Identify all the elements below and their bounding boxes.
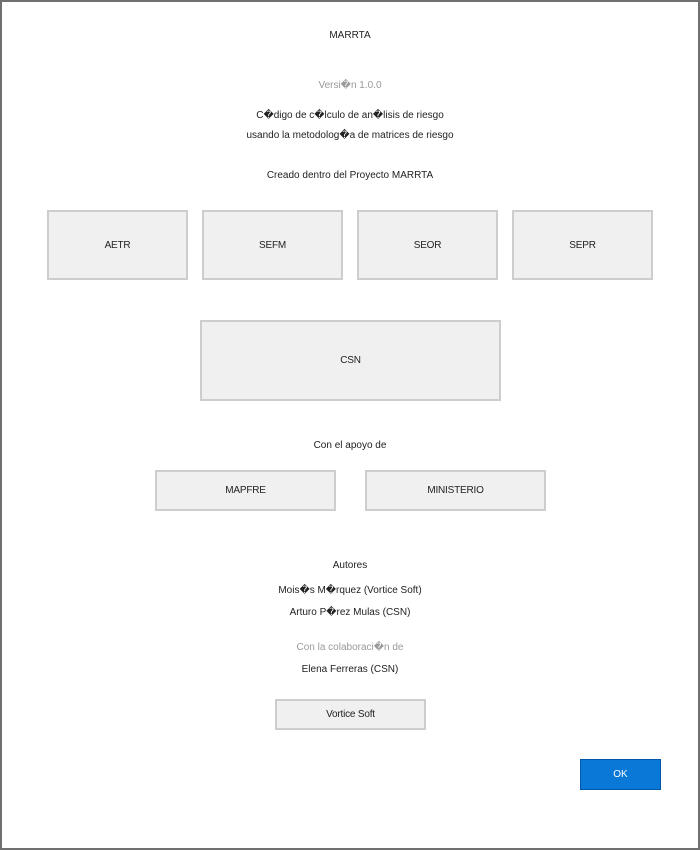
- partner-logo-aetr[interactable]: AETR: [47, 210, 188, 280]
- author-name: Mois�s M�rquez (Vortice Soft): [278, 585, 422, 596]
- csn-logo[interactable]: CSN: [200, 320, 501, 401]
- description-line-1: C�digo de c�lculo de an�lisis de riesgo: [256, 110, 444, 121]
- support-logo-mapfre[interactable]: MAPFRE: [155, 470, 336, 511]
- support-heading: Con el apoyo de: [313, 440, 387, 451]
- support-label: MAPFRE: [225, 485, 266, 496]
- support-logo-ministerio[interactable]: MINISTERIO: [365, 470, 546, 511]
- version-text: Versi�n 1.0.0: [318, 80, 382, 91]
- app-title: MARRTA: [329, 30, 371, 41]
- partner-logo-sepr[interactable]: SEPR: [512, 210, 653, 280]
- authors-heading: Autores: [332, 560, 368, 571]
- ok-button-label: OK: [613, 769, 628, 780]
- support-label: MINISTERIO: [427, 485, 484, 496]
- author-name: Arturo P�rez Mulas (CSN): [289, 607, 411, 618]
- partner-label: SEPR: [569, 239, 596, 251]
- partner-label: SEOR: [413, 239, 442, 251]
- description-line-2: usando la metodolog�a de matrices de rie…: [246, 130, 454, 141]
- partner-label: SEFM: [259, 239, 286, 251]
- collaborator-name: Elena Ferreras (CSN): [301, 664, 399, 675]
- partner-logo-sefm[interactable]: SEFM: [202, 210, 343, 280]
- csn-label: CSN: [340, 355, 361, 366]
- created-within-text: Creado dentro del Proyecto MARRTA: [266, 170, 434, 181]
- partner-label: AETR: [104, 239, 131, 251]
- vortice-soft-logo[interactable]: Vortice Soft: [275, 699, 426, 730]
- vortice-soft-label: Vortice Soft: [326, 709, 375, 720]
- ok-button[interactable]: OK: [580, 759, 661, 790]
- collaboration-heading: Con la colaboraci�n de: [296, 642, 404, 653]
- partner-logo-seor[interactable]: SEOR: [357, 210, 498, 280]
